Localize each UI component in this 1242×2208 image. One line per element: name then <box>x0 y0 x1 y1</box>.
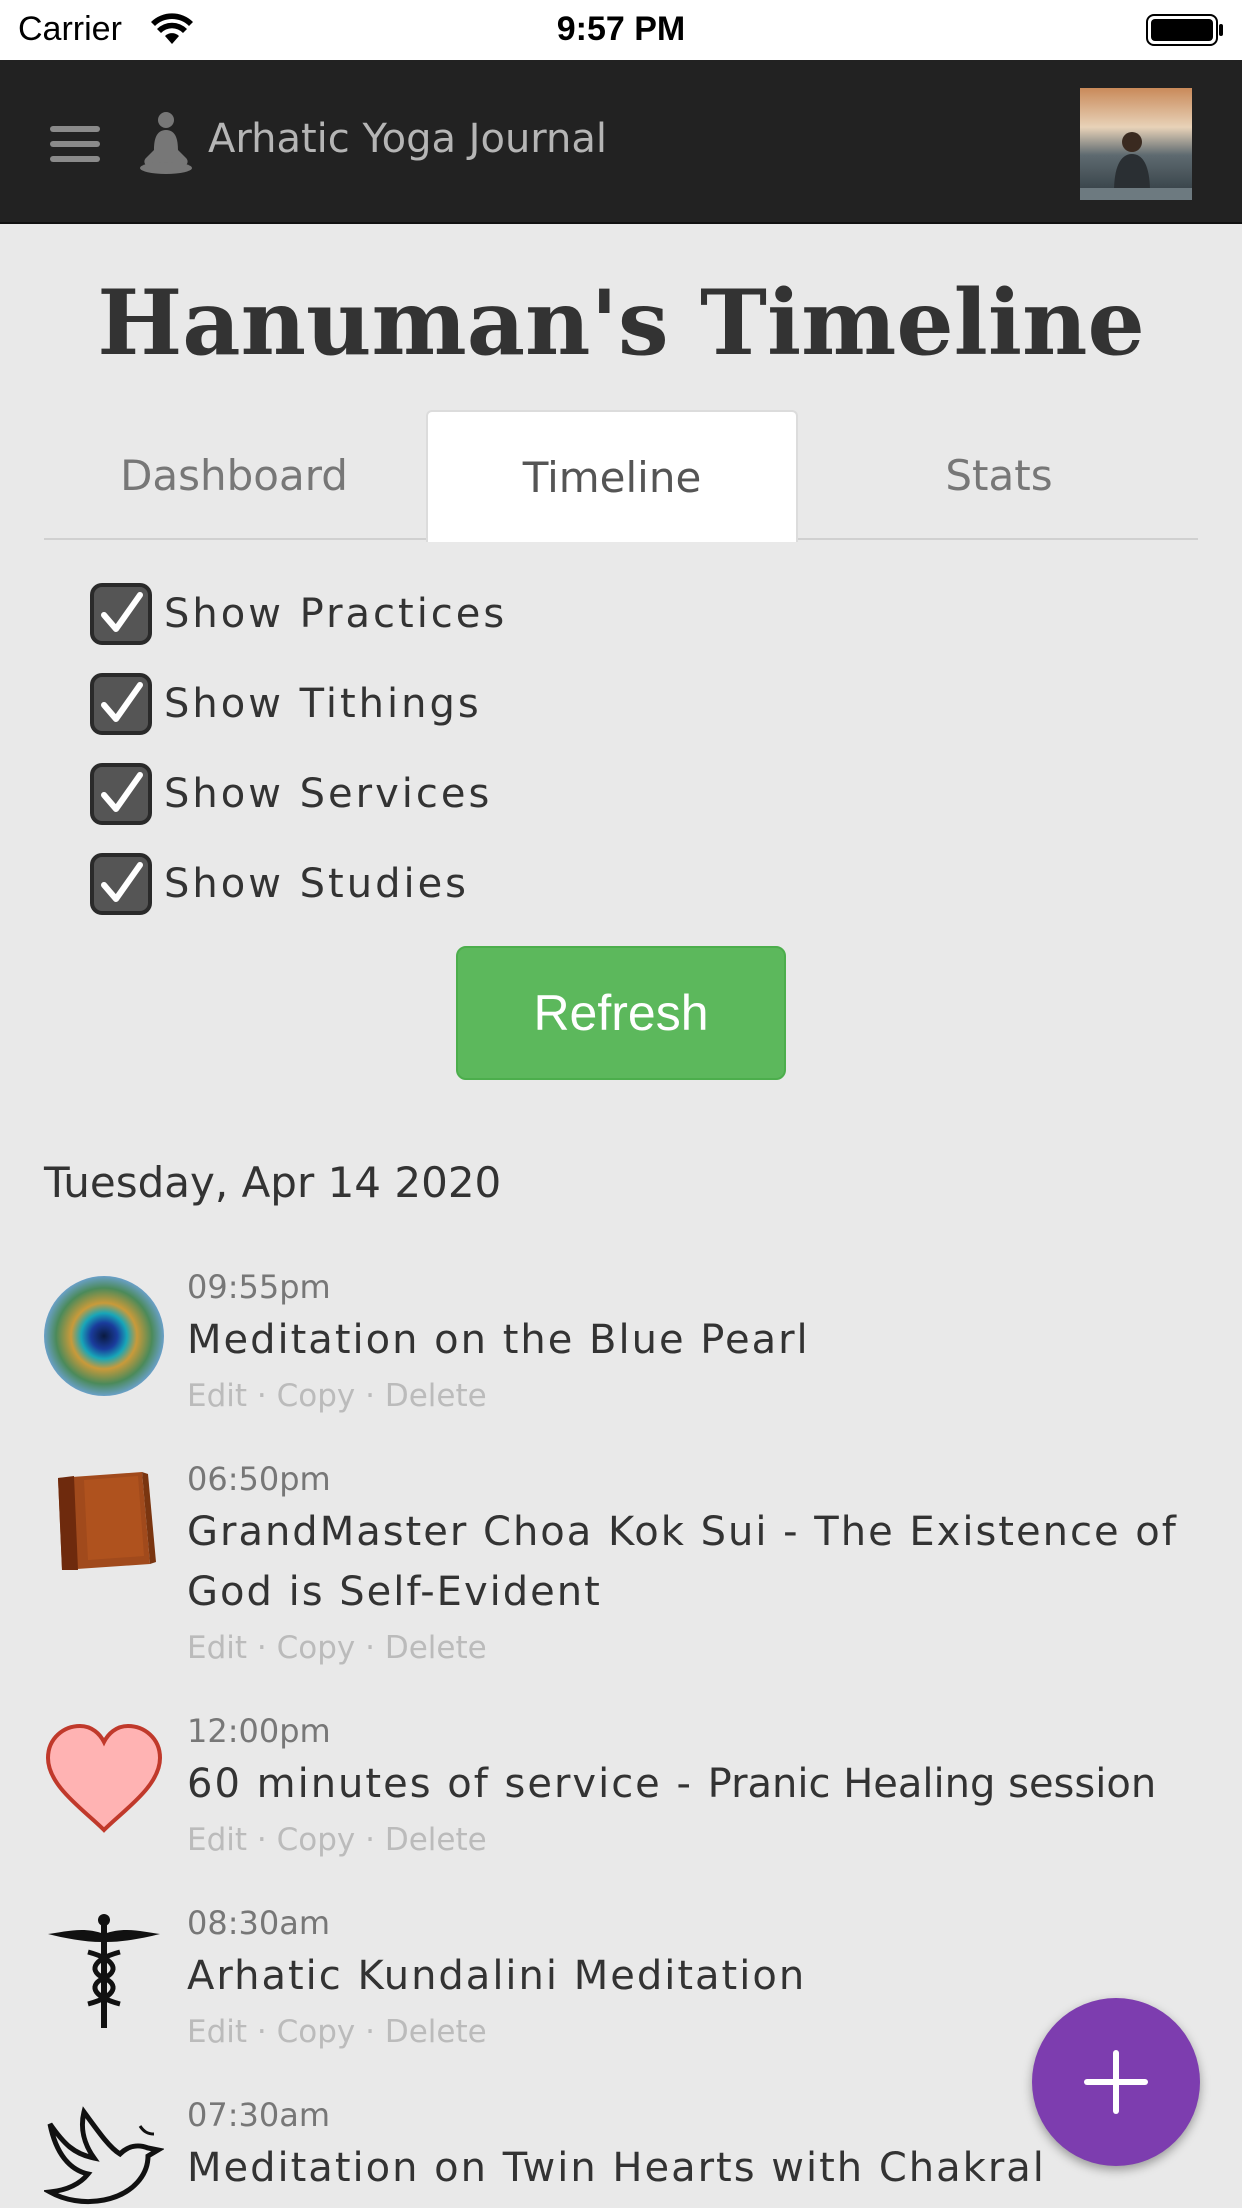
filter-services[interactable]: Show Services <box>90 762 492 826</box>
separator: · <box>365 1630 385 1666</box>
copy-link[interactable]: Copy <box>277 1630 356 1666</box>
checkmark-icon <box>101 592 143 632</box>
entry-title-text: Meditation on the Blue Pearl <box>187 1317 810 1363</box>
practices-checkbox[interactable] <box>90 583 152 645</box>
entry-title-text: Arhatic Kundalini Meditation <box>187 1953 807 1999</box>
separator: · <box>365 1822 385 1858</box>
separator: · <box>256 1822 277 1858</box>
edit-link[interactable]: Edit <box>187 1630 247 1666</box>
navbar: Arhatic Yoga Journal <box>0 60 1242 224</box>
entry-title[interactable]: 60 minutes of service - Pranic Healing s… <box>187 1754 1242 1814</box>
tab-stats[interactable]: Stats <box>800 410 1198 540</box>
tithings-checkbox[interactable] <box>90 673 152 735</box>
entry-time: 06:50pm <box>187 1460 331 1498</box>
brand-title[interactable]: Arhatic Yoga Journal <box>208 116 607 162</box>
add-entry-button[interactable] <box>1032 1998 1200 2166</box>
page-title: Hanuman's Timeline <box>97 270 1145 376</box>
edit-link[interactable]: Edit <box>187 1822 247 1858</box>
entry-actions: Edit · Copy · Delete <box>187 1378 487 1414</box>
entry-title-text: Meditation on Twin Hearts with Chakral <box>187 2145 1046 2191</box>
edit-link[interactable]: Edit <box>187 1378 247 1414</box>
separator: · <box>256 2014 277 2050</box>
edit-link[interactable]: Edit <box>187 2014 247 2050</box>
delete-link[interactable]: Delete <box>385 1378 487 1414</box>
practices-label: Show Practices <box>164 591 508 637</box>
user-avatar[interactable] <box>1080 88 1192 200</box>
timeline-entry: 09:55pm Meditation on the Blue Pearl Edi… <box>44 1268 1204 1418</box>
plus-icon <box>1084 2050 1148 2114</box>
delete-link[interactable]: Delete <box>385 1630 487 1666</box>
separator: · <box>365 2014 385 2050</box>
entry-time: 09:55pm <box>187 1268 331 1306</box>
tab-dashboard[interactable]: Dashboard <box>44 410 424 540</box>
delete-link[interactable]: Delete <box>385 2014 487 2050</box>
status-bar: Carrier 9:57 PM <box>0 0 1242 60</box>
dove-icon <box>44 2106 164 2205</box>
heart-icon <box>45 1723 163 1833</box>
tab-bar: Dashboard Timeline Stats <box>44 410 1198 542</box>
checkmark-icon <box>101 772 143 812</box>
book-icon <box>58 1472 156 1570</box>
entry-time: 08:30am <box>187 1904 330 1942</box>
studies-label: Show Studies <box>164 861 470 907</box>
separator: · <box>365 1378 385 1414</box>
timeline-entry: 08:30am Arhatic Kundalini Meditation Edi… <box>44 1904 1204 2054</box>
filter-practices[interactable]: Show Practices <box>90 582 507 646</box>
checkmark-icon <box>101 862 143 902</box>
copy-link[interactable]: Copy <box>277 1378 356 1414</box>
entry-title[interactable]: GrandMaster Choa Kok Sui - The Existence… <box>187 1502 1187 1622</box>
timeline-entry: 07:30am Meditation on Twin Hearts with C… <box>44 2096 1204 2208</box>
entry-title[interactable]: Arhatic Kundalini Meditation <box>187 1946 1187 2006</box>
entry-subtitle: Pranic Healing session <box>707 1761 1157 1807</box>
studies-checkbox[interactable] <box>90 853 152 915</box>
peacock-feather-icon <box>44 1276 164 1396</box>
tithings-label: Show Tithings <box>164 681 482 727</box>
entry-title-text: GrandMaster Choa Kok Sui - The Existence… <box>187 1509 1178 1615</box>
timeline-entry: 12:00pm 60 minutes of service - Pranic H… <box>44 1712 1204 1862</box>
date-heading: Tuesday, Apr 14 2020 <box>44 1158 502 1207</box>
services-checkbox[interactable] <box>90 763 152 825</box>
entry-actions: Edit · Copy · Delete <box>187 1630 487 1666</box>
copy-link[interactable]: Copy <box>277 2014 356 2050</box>
filter-studies[interactable]: Show Studies <box>90 852 469 916</box>
entry-time: 12:00pm <box>187 1712 331 1750</box>
separator: · <box>256 1630 277 1666</box>
meditating-figure-icon <box>140 112 192 174</box>
tab-timeline[interactable]: Timeline <box>426 410 798 542</box>
timeline-entry: 06:50pm GrandMaster Choa Kok Sui - The E… <box>44 1460 1204 1670</box>
refresh-button[interactable]: Refresh <box>456 946 786 1080</box>
status-time: 9:57 PM <box>556 10 686 48</box>
filter-tithings[interactable]: Show Tithings <box>90 672 482 736</box>
copy-link[interactable]: Copy <box>277 1822 356 1858</box>
delete-link[interactable]: Delete <box>385 1822 487 1858</box>
hamburger-menu-icon[interactable] <box>50 124 100 164</box>
entry-title[interactable]: Meditation on Twin Hearts with Chakral <box>187 2138 1187 2198</box>
entry-title-text: 60 minutes of service - <box>187 1761 693 1807</box>
services-label: Show Services <box>164 771 493 817</box>
entry-title[interactable]: Meditation on the Blue Pearl <box>187 1310 1187 1370</box>
caduceus-icon <box>48 1914 160 2028</box>
entry-actions: Edit · Copy · Delete <box>187 1822 487 1858</box>
battery-icon <box>1146 14 1223 46</box>
entry-actions: Edit · Copy · Delete <box>187 2014 487 2050</box>
checkmark-icon <box>101 682 143 722</box>
entry-time: 07:30am <box>187 2096 330 2134</box>
separator: · <box>256 1378 277 1414</box>
